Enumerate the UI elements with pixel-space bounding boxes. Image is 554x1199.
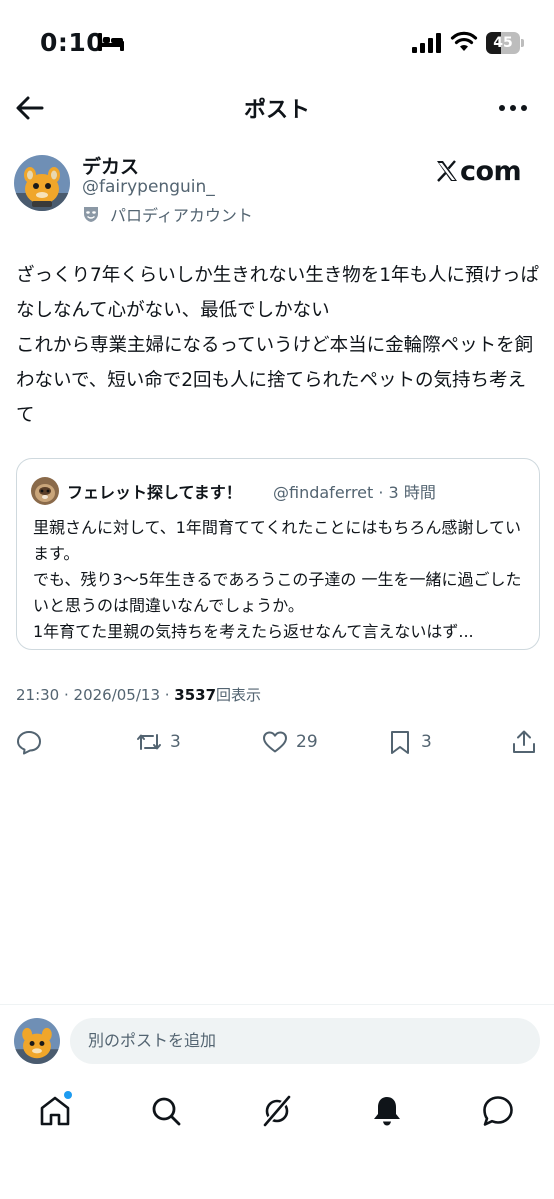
- parody-label: パロディアカウント: [110, 206, 253, 225]
- signal-icon: [412, 33, 441, 53]
- author-avatar[interactable]: [14, 155, 70, 211]
- action-bar: 3 29 3: [0, 722, 554, 762]
- bell-icon: [374, 1097, 400, 1126]
- bookmark-icon: [391, 731, 409, 754]
- reply-button[interactable]: [16, 728, 50, 756]
- post-meta: 21:30 · 2026/05/13 · 3537回表示: [16, 684, 261, 705]
- like-button[interactable]: 29: [262, 728, 318, 756]
- tab-messages[interactable]: [481, 1094, 515, 1128]
- x-com-watermark: com: [436, 154, 522, 188]
- tab-grok[interactable]: [260, 1094, 294, 1128]
- watermark-text: com: [460, 155, 522, 187]
- like-count: 29: [296, 732, 318, 752]
- views-count[interactable]: 3537: [174, 686, 216, 704]
- status-time: 0:10: [40, 28, 105, 57]
- x-logo-icon: [437, 160, 457, 182]
- share-button[interactable]: [511, 728, 537, 756]
- share-icon: [513, 730, 535, 753]
- mask-icon: [84, 207, 98, 222]
- reply-icon: [17, 731, 41, 755]
- status-bar: 0:10 45: [0, 0, 554, 90]
- quote-handle-time: @findaferret · 3 時間: [273, 483, 436, 502]
- bottom-tab-bar: [0, 1086, 554, 1142]
- notification-dot: [64, 1091, 72, 1099]
- post-text: ざっくり7年くらいしか生きれない生き物を1年も人に預けっぱなしなんて心がない、最…: [16, 265, 540, 426]
- quoted-post[interactable]: フェレット探してます！ @findaferret · 3 時間 里親さんに対して…: [16, 458, 540, 650]
- quote-author-name: フェレット探してます！: [67, 483, 242, 502]
- wifi-icon: [450, 31, 478, 51]
- battery-level: 45: [493, 35, 513, 51]
- quote-avatar: [31, 477, 59, 505]
- retweet-icon: [137, 734, 161, 750]
- more-icon[interactable]: [496, 92, 530, 124]
- retweet-button[interactable]: 3: [136, 728, 181, 756]
- page-title: ポスト: [243, 98, 310, 123]
- reply-input[interactable]: 別のポストを追加: [70, 1018, 540, 1064]
- bed-icon: [98, 33, 124, 51]
- my-avatar[interactable]: [14, 1018, 60, 1064]
- author-handle[interactable]: @fairypenguin_: [82, 177, 215, 197]
- post-timestamp: 21:30 · 2026/05/13 ·: [16, 686, 175, 704]
- tab-home[interactable]: [38, 1091, 72, 1128]
- battery-indicator: 45: [486, 32, 524, 54]
- quote-text: 里親さんに対して、1年間育ててくれたことにはもちろん感謝しています。 でも、残り…: [33, 518, 522, 641]
- post-header: ポスト: [0, 80, 554, 136]
- home-icon: [40, 1096, 70, 1126]
- tab-search[interactable]: [149, 1094, 183, 1128]
- tab-notifications[interactable]: [370, 1094, 404, 1128]
- views-label: 回表示: [216, 686, 262, 704]
- search-icon: [152, 1097, 181, 1126]
- heart-icon: [263, 731, 287, 753]
- reply-divider: [0, 1004, 554, 1005]
- grok-icon: [262, 1095, 292, 1127]
- bookmark-button[interactable]: 3: [387, 728, 432, 756]
- author-name[interactable]: デカス: [82, 152, 139, 179]
- parody-badge: パロディアカウント: [82, 203, 253, 225]
- retweet-count: 3: [170, 732, 181, 752]
- bookmark-count: 3: [421, 732, 432, 752]
- messages-icon: [483, 1096, 513, 1126]
